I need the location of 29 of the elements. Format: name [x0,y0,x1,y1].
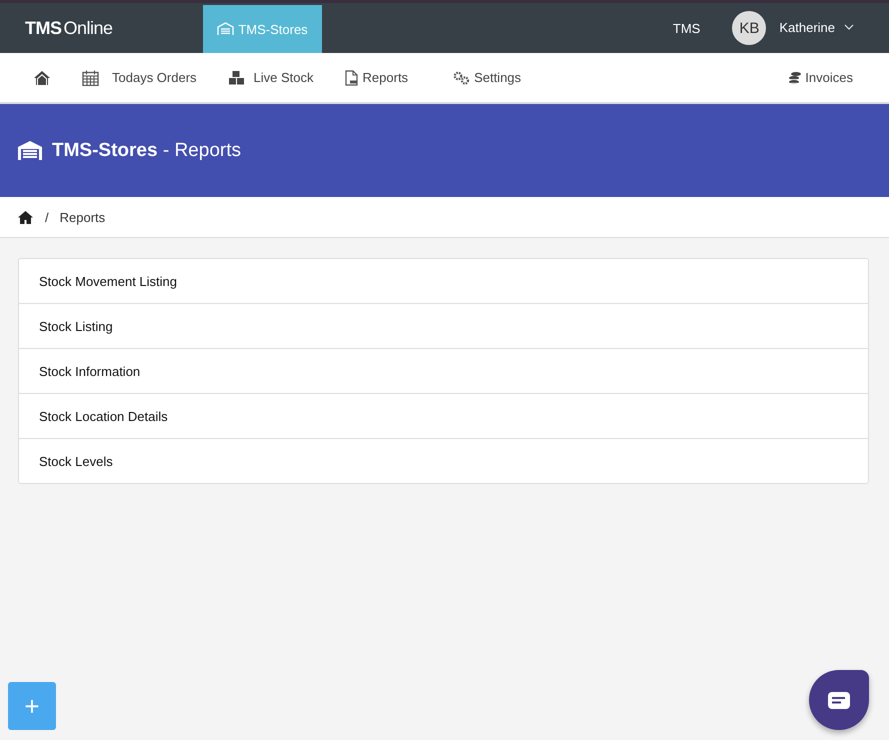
garage-icon [217,22,234,36]
page-title: TMS-Stores - Reports [52,140,241,162]
report-item[interactable]: Stock Levels [19,438,868,483]
user-menu[interactable]: Katherine [779,20,854,34]
home-icon[interactable] [18,210,33,224]
report-item[interactable]: Stock Location Details [19,393,868,438]
company-name[interactable]: TMS [672,20,700,36]
gears-icon [453,70,470,84]
report-item[interactable]: Stock Information [19,348,868,393]
breadcrumb-separator: / [45,210,49,224]
pdf-file-icon [344,70,358,86]
nav-link[interactable]: Invoices [788,70,853,85]
chat-icon [828,692,850,708]
coins-icon [788,70,802,84]
chevron-down-icon [844,24,854,30]
boxes-icon [228,70,245,85]
report-item[interactable]: Stock Movement Listing [19,259,868,303]
nav-link[interactable]: Todays Orders [82,70,197,86]
nav-link[interactable]: Settings [453,70,522,85]
home-icon[interactable] [33,70,51,86]
garage-icon [18,141,42,160]
nav-link[interactable]: Reports [344,70,408,86]
nav-link[interactable]: Live Stock [228,70,314,85]
user-avatar[interactable]: KB [732,11,766,45]
report-item[interactable]: Stock Listing [19,303,868,348]
breadcrumb-current: Reports [60,210,106,224]
app-logo: TMSOnline [25,18,114,38]
chat-button[interactable] [809,670,869,730]
calendar-icon [82,70,99,86]
